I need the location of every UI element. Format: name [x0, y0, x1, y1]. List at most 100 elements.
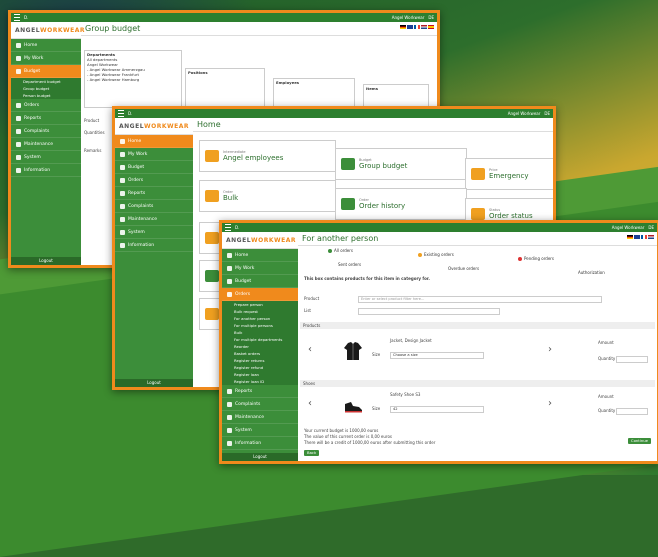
sidebar-item-home[interactable]: Home: [115, 135, 193, 148]
sidebar-item-orders[interactable]: Orders: [222, 288, 298, 301]
status-authorization[interactable]: Authorization: [578, 270, 605, 275]
tile-group-budget[interactable]: Budget Group budget: [335, 148, 467, 180]
chevron-right-icon[interactable]: ›: [548, 344, 552, 355]
subnav-item[interactable]: Basket orders: [222, 350, 298, 357]
sidebar-item-information[interactable]: Information: [115, 239, 193, 252]
tile-bulk[interactable]: Order Bulk: [199, 180, 336, 212]
lang-label[interactable]: DE: [544, 111, 550, 116]
subnav-item[interactable]: Register loan ID: [222, 378, 298, 385]
subnav-item[interactable]: Bulk: [222, 329, 298, 336]
sidebar-item-orders[interactable]: Orders: [11, 99, 81, 112]
home-icon: [16, 42, 21, 48]
subnav-item[interactable]: For multiple persons: [222, 322, 298, 329]
subnav-department-budget[interactable]: Department budget: [11, 78, 81, 85]
logout-button[interactable]: Logout: [11, 257, 81, 265]
lang-label[interactable]: DE: [428, 15, 434, 20]
flag-nl-icon[interactable]: [421, 25, 427, 29]
subnav-person-budget[interactable]: Person budget: [11, 92, 81, 99]
sidebar-item-reports[interactable]: Reports: [11, 112, 81, 125]
flag-de-icon[interactable]: [627, 235, 633, 239]
status-overdue-orders[interactable]: Overdue orders: [448, 266, 479, 271]
flag-fr-icon[interactable]: [414, 25, 420, 29]
menu-icon[interactable]: [118, 110, 124, 117]
sidebar-item-system[interactable]: System: [115, 226, 193, 239]
logout-button[interactable]: Logout: [222, 453, 298, 461]
sidebar-item-orders[interactable]: Orders: [115, 174, 193, 187]
logo[interactable]: ANGEL WORKWEAR: [222, 232, 298, 249]
subnav-item[interactable]: Register loan: [222, 371, 298, 378]
sidebar-item-my-work[interactable]: My Work: [222, 262, 298, 275]
size-select[interactable]: Choose a size: [390, 352, 484, 359]
flag-en-icon[interactable]: [407, 25, 413, 29]
sidebar-item-complaints[interactable]: Complaints: [11, 125, 81, 138]
subnav-item[interactable]: Bulk request: [222, 308, 298, 315]
sidebar-item-system[interactable]: System: [11, 151, 81, 164]
logo[interactable]: ANGEL WORKWEAR: [115, 118, 193, 135]
chevron-left-icon[interactable]: ‹: [308, 344, 312, 355]
sidebar-item-information[interactable]: Information: [11, 164, 81, 177]
status-sent-orders[interactable]: Sent orders: [338, 262, 361, 267]
logout-button[interactable]: Logout: [115, 379, 193, 387]
status-pending-orders[interactable]: Pending orders: [518, 256, 554, 261]
budget-icon: [120, 164, 125, 170]
subnav-item[interactable]: For multiple departments: [222, 336, 298, 343]
status-existing-orders[interactable]: Existing orders: [418, 252, 454, 257]
shoe-size-select[interactable]: 42: [390, 406, 484, 413]
shoe-name: Safety Shoe S3: [390, 392, 421, 397]
status-all-orders[interactable]: All orders: [328, 248, 353, 253]
budget-current: Your current budget is 1000,00 euros: [304, 428, 379, 433]
sidebar-item-my-work[interactable]: My Work: [11, 52, 81, 65]
user-label[interactable]: Angel Workwear: [508, 111, 541, 116]
menu-icon[interactable]: [225, 224, 231, 231]
product-filter-input[interactable]: Enter or select product filter here...: [358, 296, 602, 303]
flag-nl-icon[interactable]: [648, 235, 654, 239]
topbar: D. Angel Workwear DE: [222, 223, 657, 232]
shoe-quantity-label: Quantity: [598, 408, 616, 413]
sidebar-item-maintenance[interactable]: Maintenance: [11, 138, 81, 151]
back-button[interactable]: Back: [304, 450, 320, 456]
tile-emergency[interactable]: Price Emergency: [465, 158, 553, 190]
page-title: Home: [193, 118, 553, 132]
sidebar-item-maintenance[interactable]: Maintenance: [222, 411, 298, 424]
flag-en-icon[interactable]: [634, 235, 640, 239]
chevron-left-icon[interactable]: ‹: [308, 398, 312, 409]
tile-order-history[interactable]: Order Order history: [335, 188, 467, 220]
continue-button[interactable]: Continue: [627, 438, 651, 444]
shoe-quantity-input[interactable]: [616, 408, 648, 415]
menu-icon[interactable]: [14, 14, 20, 21]
flag-fr-icon[interactable]: [641, 235, 647, 239]
tile-angel-employees[interactable]: Intermediate Angel employees: [199, 140, 336, 172]
topbar: D. Angel Workwear DE: [115, 109, 553, 118]
subnav-group-budget[interactable]: Group budget: [11, 85, 81, 92]
flag-de-icon[interactable]: [400, 25, 406, 29]
flag-es-icon[interactable]: [428, 25, 434, 29]
sidebar-item-complaints[interactable]: Complaints: [115, 200, 193, 213]
user-label[interactable]: Angel Workwear: [392, 15, 425, 20]
chevron-right-icon[interactable]: ›: [548, 398, 552, 409]
list-select[interactable]: [358, 308, 500, 315]
sidebar-item-information[interactable]: Information: [222, 437, 298, 450]
subnav-item[interactable]: Register refund: [222, 364, 298, 371]
budget-order-value: The value of this current order is 0,00 …: [304, 434, 392, 439]
sidebar-item-my-work[interactable]: My Work: [115, 148, 193, 161]
sidebar-item-complaints[interactable]: Complaints: [222, 398, 298, 411]
subnav-item[interactable]: Reorder: [222, 343, 298, 350]
arrow-right-icon: [205, 270, 219, 282]
subnav-item[interactable]: Register returns: [222, 357, 298, 364]
subnav-item[interactable]: For another person: [222, 315, 298, 322]
logo[interactable]: ANGEL WORKWEAR: [11, 22, 84, 39]
departments-list[interactable]: Departments All departments Angel Workwe…: [84, 50, 182, 108]
sidebar-item-maintenance[interactable]: Maintenance: [115, 213, 193, 226]
sidebar-item-reports[interactable]: Reports: [222, 385, 298, 398]
sidebar-item-reports[interactable]: Reports: [115, 187, 193, 200]
sidebar-item-budget[interactable]: Budget: [115, 161, 193, 174]
sidebar-item-home[interactable]: Home: [222, 249, 298, 262]
sidebar-item-budget[interactable]: Budget: [222, 275, 298, 288]
sidebar-item-system[interactable]: System: [222, 424, 298, 437]
sidebar-item-budget[interactable]: Budget: [11, 65, 81, 78]
quantity-input[interactable]: [616, 356, 648, 363]
lang-label[interactable]: DE: [648, 225, 654, 230]
sidebar-item-home[interactable]: Home: [11, 39, 81, 52]
subnav-item[interactable]: Prepare person: [222, 301, 298, 308]
user-label[interactable]: Angel Workwear: [612, 225, 645, 230]
